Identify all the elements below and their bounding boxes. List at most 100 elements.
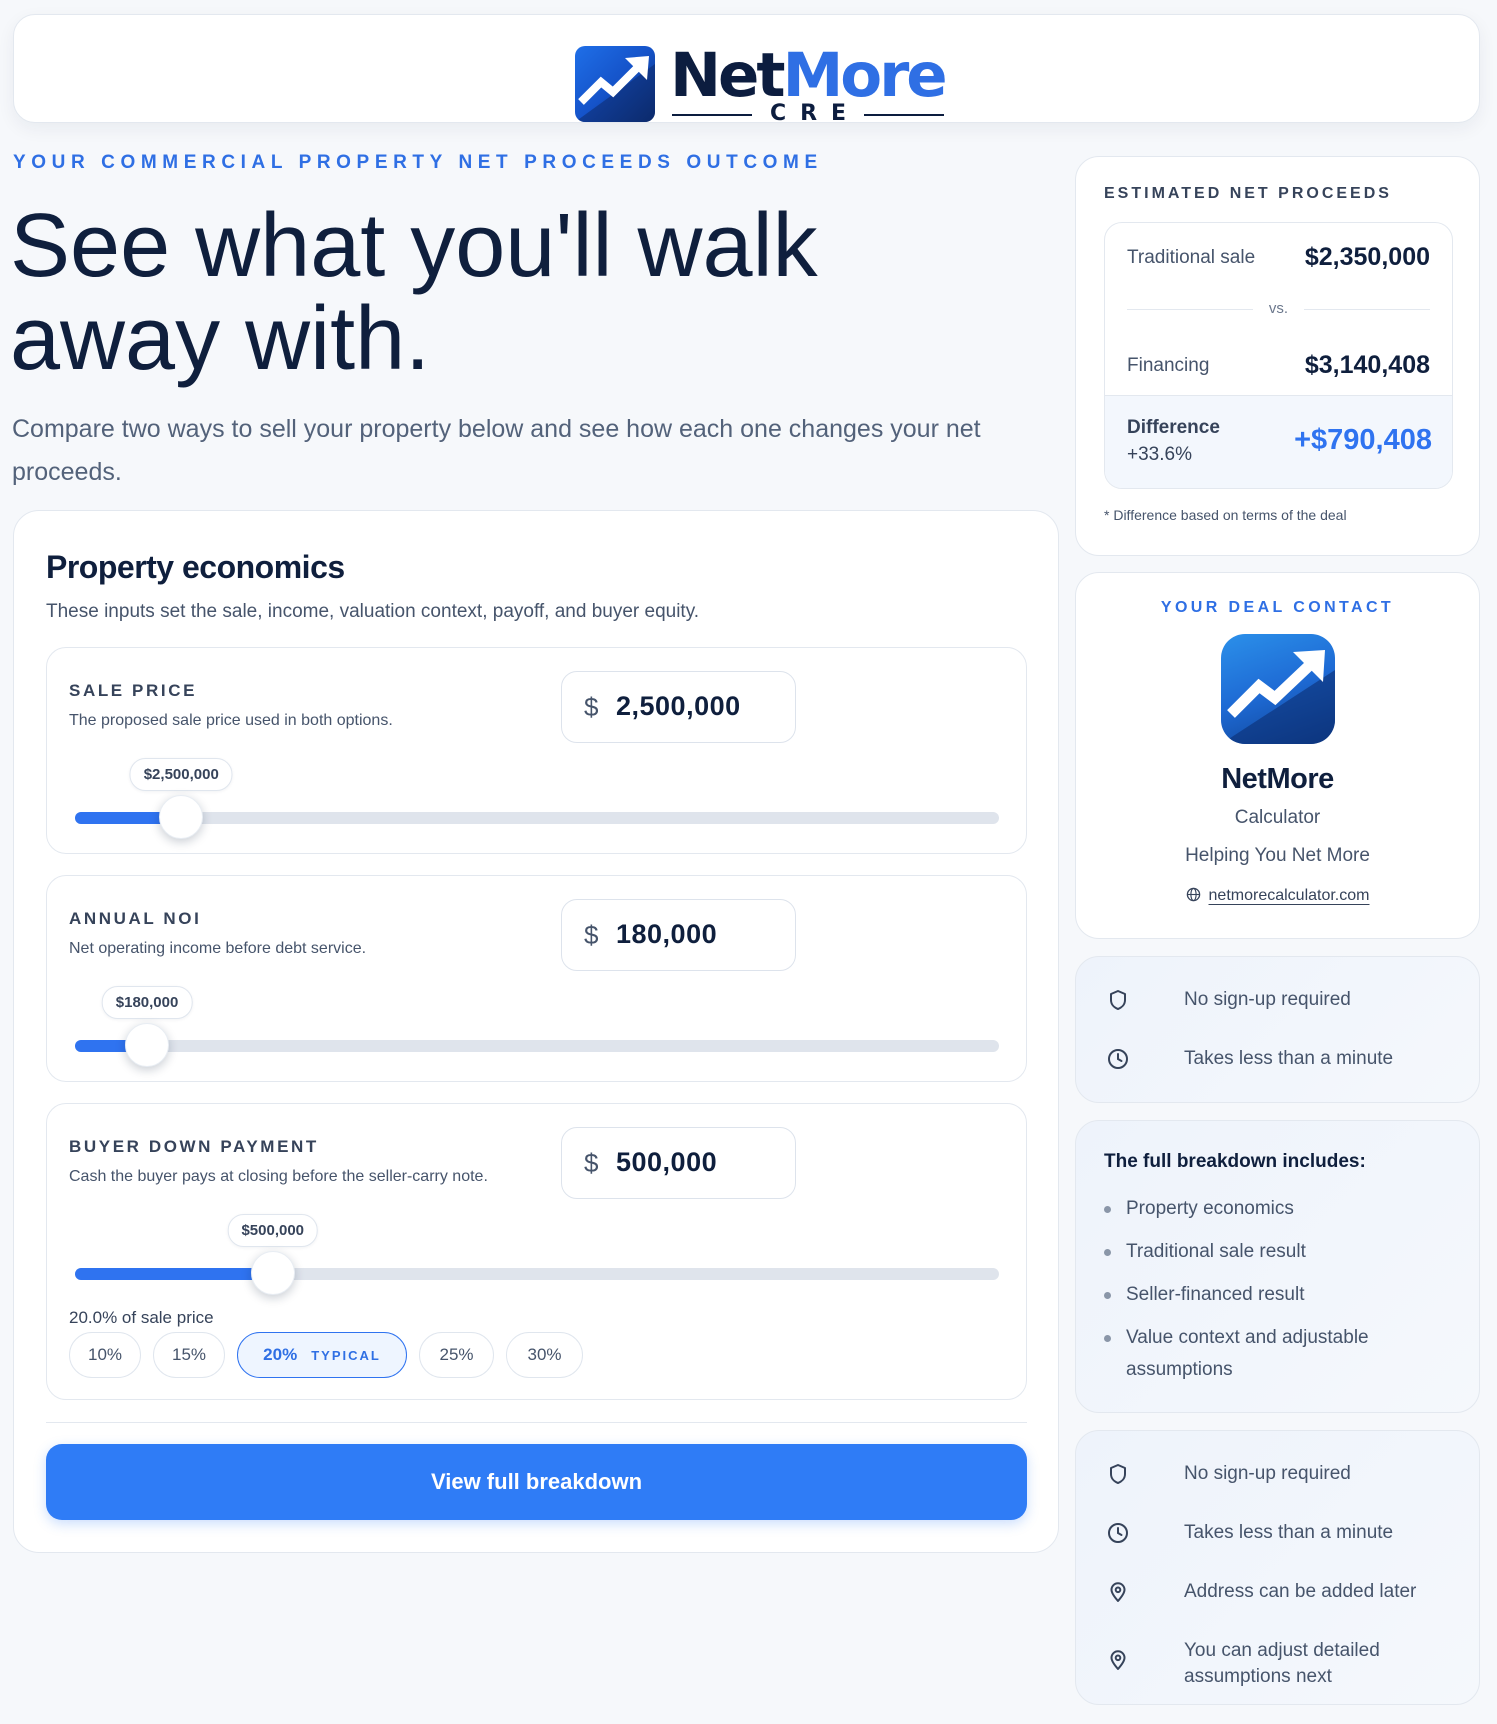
breakdown-title: The full breakdown includes: [1104, 1151, 1366, 1172]
feature-text: Takes less than a minute [1184, 1522, 1394, 1543]
feature-text: Takes less than a minute [1184, 1048, 1394, 1069]
currency-symbol: $ [584, 920, 599, 950]
map-pin-icon [1110, 1582, 1126, 1602]
buyer-down-payment-slider[interactable]: $500,000 [75, 1214, 999, 1295]
preset-chip-30[interactable]: 30% [506, 1332, 583, 1378]
currency-symbol: $ [584, 692, 599, 722]
slider-value-bubble: $180,000 [101, 986, 193, 1019]
divider [46, 1422, 1027, 1423]
preset-chip-15[interactable]: 15% [153, 1332, 225, 1378]
breakdown-list: Property economics Traditional sale resu… [1104, 1193, 1454, 1397]
field-help: The proposed sale price used in both opt… [69, 712, 393, 729]
slider-thumb[interactable] [159, 795, 204, 839]
input-value: 180,000 [616, 919, 718, 949]
site-header: NetMore CRE [13, 14, 1480, 126]
feature-item: Address can be added later [1106, 1577, 1459, 1607]
breakdown-includes-card: The full breakdown includes: Property ec… [1075, 1120, 1480, 1413]
field-label: ANNUAL NOI [69, 909, 202, 928]
difference-value: +$790,408 [1294, 424, 1432, 456]
slider-value-bubble: $2,500,000 [129, 758, 233, 791]
feature-text: No sign-up required [1184, 1463, 1351, 1484]
list-item: Value context and adjustable assumptions [1104, 1322, 1454, 1386]
card-eyebrow: YOUR DEAL CONTACT [1160, 599, 1395, 616]
sale-price-input[interactable]: $ 2,500,000 [561, 671, 796, 743]
difference-percent: +33.6% [1127, 444, 1192, 465]
slider-track [75, 1040, 999, 1052]
shield-icon [1110, 990, 1126, 1010]
feature-text: You can adjust detailed assumptions next [1184, 1640, 1380, 1687]
contact-name: NetMore [1221, 763, 1334, 795]
annual-noi-field: ANNUAL NOI Net operating income before d… [46, 875, 1027, 1082]
feature-text: No sign-up required [1184, 989, 1351, 1010]
feature-item: You can adjust detailed assumptions next [1106, 1636, 1459, 1692]
field-label: BUYER DOWN PAYMENT [69, 1137, 319, 1156]
netmore-cre-logo[interactable]: NetMore CRE [562, 30, 948, 126]
map-pin-icon [1110, 1650, 1126, 1670]
difference-footnote: * Difference based on terms of the deal [1104, 507, 1347, 523]
input-value: 2,500,000 [616, 691, 741, 721]
percent-of-sale-price: 20.0% of sale price [69, 1308, 214, 1327]
vs-divider-right [1304, 309, 1430, 310]
field-label: SALE PRICE [69, 681, 198, 700]
annual-noi-slider[interactable]: $180,000 [75, 986, 999, 1067]
clock-icon [1108, 1049, 1128, 1069]
difference-label: Difference [1127, 417, 1220, 438]
website-url[interactable]: netmorecalculator.com [1209, 887, 1370, 904]
view-full-breakdown-button[interactable]: View full breakdown [46, 1444, 1027, 1520]
logo-wordmark: NetMore [670, 44, 948, 108]
slider-thumb[interactable] [250, 1251, 295, 1295]
preset-chip-10[interactable]: 10% [69, 1332, 141, 1378]
list-item: Seller-financed result [1104, 1279, 1454, 1311]
quick-features-card: No sign-up required Takes less than a mi… [1075, 956, 1480, 1103]
traditional-sale-value: $2,350,000 [1304, 243, 1430, 271]
property-economics-card: Property economics These inputs set the … [13, 510, 1059, 1553]
buyer-down-payment-input[interactable]: $ 500,000 [561, 1127, 796, 1199]
proceeds-comparison: Traditional sale $2,350,000 vs. Financin… [1104, 222, 1453, 489]
section-title: Property economics [46, 549, 345, 585]
contact-role: Calculator [1234, 807, 1321, 828]
feature-item: No sign-up required [1106, 1459, 1459, 1489]
chip-label: 20% [263, 1345, 298, 1364]
list-item: Property economics [1104, 1193, 1454, 1225]
sale-price-field: SALE PRICE The proposed sale price used … [46, 647, 1027, 854]
field-help: Cash the buyer pays at closing before th… [69, 1168, 488, 1185]
feature-item: Takes less than a minute [1106, 1044, 1459, 1074]
netmore-app-icon [1221, 634, 1335, 744]
financing-row: Financing $3,140,408 [1127, 351, 1430, 385]
feature-item: No sign-up required [1106, 985, 1459, 1015]
input-value: 500,000 [616, 1147, 718, 1177]
hero-eyebrow: YOUR COMMERCIAL PROPERTY NET PROCEEDS OU… [13, 152, 823, 173]
shield-icon [1110, 1464, 1126, 1484]
row-label: Traditional sale [1127, 247, 1256, 268]
estimated-net-proceeds-card: ESTIMATED NET PROCEEDS Traditional sale … [1075, 156, 1480, 556]
clock-icon [1108, 1523, 1128, 1543]
card-eyebrow: ESTIMATED NET PROCEEDS [1104, 185, 1392, 202]
sale-price-slider[interactable]: $2,500,000 [75, 758, 999, 839]
feature-item: Takes less than a minute [1106, 1518, 1459, 1548]
logo-subline: CRE [672, 101, 944, 127]
difference-row: Difference +33.6% +$790,408 [1105, 395, 1452, 488]
annual-noi-input[interactable]: $ 180,000 [561, 899, 796, 971]
logo-rule-right [864, 114, 944, 116]
slider-track [75, 812, 999, 824]
feature-text: Address can be added later [1184, 1581, 1417, 1602]
slider-thumb[interactable] [125, 1023, 170, 1067]
currency-symbol: $ [584, 1148, 599, 1178]
financing-value: $3,140,408 [1304, 351, 1430, 379]
preset-chip-25[interactable]: 25% [419, 1332, 494, 1378]
field-help: Net operating income before debt service… [69, 940, 367, 957]
section-description: These inputs set the sale, income, valua… [46, 601, 700, 622]
deal-contact-card: YOUR DEAL CONTACT NetMore Calculator Hel… [1075, 572, 1480, 939]
list-item: Traditional sale result [1104, 1236, 1454, 1268]
slider-fill [75, 1268, 273, 1280]
typical-badge: TYPICAL [311, 1348, 381, 1363]
traditional-sale-row: Traditional sale $2,350,000 [1127, 243, 1430, 277]
globe-icon [1186, 887, 1200, 902]
slider-value-bubble: $500,000 [227, 1214, 319, 1247]
website-link[interactable]: netmorecalculator.com [1076, 887, 1479, 905]
preset-chip-20[interactable]: 20% TYPICAL [237, 1332, 407, 1378]
row-label: Financing [1127, 355, 1210, 376]
page-title: See what you'll walk away with. [10, 196, 818, 389]
features-card: No sign-up required Takes less than a mi… [1075, 1430, 1480, 1705]
contact-tagline: Helping You Net More [1185, 845, 1370, 866]
